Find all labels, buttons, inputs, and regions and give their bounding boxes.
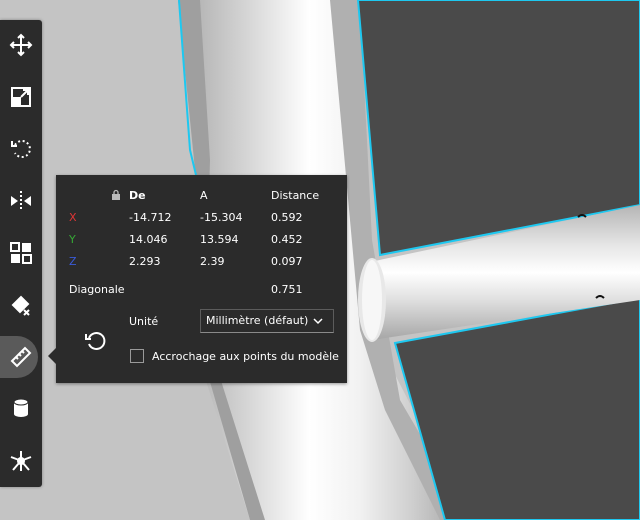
arrange-icon [10,242,32,264]
paint-bucket-icon [11,295,30,316]
reset-icon[interactable] [83,329,107,353]
support-tree-icon [10,451,32,471]
arrange-tool-button[interactable] [0,232,42,274]
x-to-value: -15.304 [200,211,243,224]
cylinder-tool-button[interactable] [0,388,42,430]
z-distance-value: 0.097 [271,255,303,268]
y-distance-value: 0.452 [271,233,303,246]
rotate-tool-button[interactable] [0,128,42,170]
rotate-icon [11,140,31,158]
x-from-value: -14.712 [129,211,172,224]
lock-icon[interactable] [110,189,122,201]
header-from: De [129,189,146,202]
left-toolbar [0,20,42,487]
move-tool-button[interactable] [0,24,42,66]
scale-icon [11,87,31,107]
scale-tool-button[interactable] [0,76,42,118]
move-arrows-icon [9,33,33,57]
chevron-down-icon [313,318,323,325]
diagonal-label: Diagonale [69,283,125,296]
unit-select-value: Millimètre (défaut) [206,314,309,327]
mirror-icon [11,191,31,211]
x-distance-value: 0.592 [271,211,303,224]
z-to-value: 2.39 [200,255,225,268]
diagonal-value: 0.751 [271,283,303,296]
axis-z-label: Z [69,255,77,268]
ruler-icon [10,346,32,368]
header-to: A [200,189,208,202]
measure-tool-button[interactable] [0,336,42,378]
y-from-value: 14.046 [129,233,168,246]
snap-checkbox[interactable] [130,349,144,363]
header-distance: Distance [271,189,320,202]
paint-tool-button[interactable] [0,284,42,326]
snap-label: Accrochage aux points du modèle [152,350,339,363]
z-from-value: 2.293 [129,255,161,268]
axis-y-label: Y [69,233,76,246]
support-tool-button[interactable] [0,440,42,482]
unit-select[interactable]: Millimètre (défaut) [200,309,334,333]
unit-label: Unité [129,315,159,328]
cylinder-icon [13,398,29,417]
y-to-value: 13.594 [200,233,239,246]
measure-panel: De A Distance X -14.712 -15.304 0.592 Y … [48,175,347,383]
axis-x-label: X [69,211,77,224]
mirror-tool-button[interactable] [0,180,42,222]
